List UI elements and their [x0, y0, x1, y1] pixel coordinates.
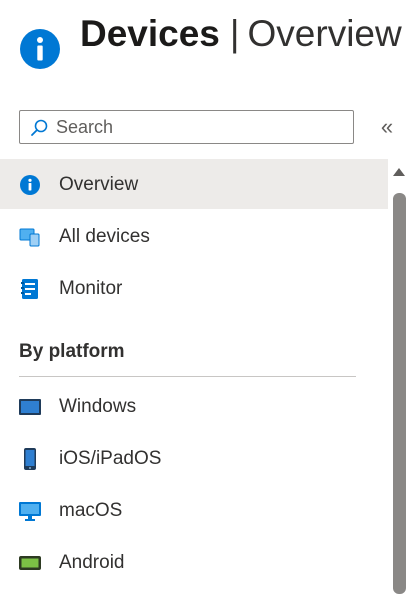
nav-item-macos[interactable]: macOS: [0, 485, 388, 535]
nav-item-label: All devices: [59, 226, 150, 247]
section-header-by-platform: By platform: [19, 341, 125, 362]
macos-device-icon: [19, 502, 41, 521]
search-input[interactable]: [56, 115, 346, 139]
search-box[interactable]: [19, 110, 354, 144]
collapse-menu-button[interactable]: «: [376, 113, 398, 141]
info-icon: [20, 29, 60, 69]
title-separator: |: [229, 13, 240, 54]
nav-item-overview[interactable]: Overview: [0, 159, 388, 209]
info-icon: [20, 175, 40, 195]
nav-item-label: Android: [59, 552, 125, 573]
ios-device-icon: [24, 448, 36, 470]
nav-item-all-devices[interactable]: All devices: [0, 211, 388, 261]
nav-item-android[interactable]: Android: [0, 537, 388, 587]
devices-icon: [19, 228, 40, 247]
nav-item-label: Windows: [59, 396, 137, 417]
section-divider: [19, 376, 356, 377]
blade-header: Devices | Overview: [0, 0, 420, 100]
page-title-main: Devices: [80, 13, 220, 54]
nav-item-monitor[interactable]: Monitor: [0, 263, 388, 313]
monitor-icon: [21, 279, 38, 299]
nav-item-windows[interactable]: Windows: [0, 381, 388, 431]
android-device-icon: [19, 556, 41, 570]
page-title: Devices | Overview: [80, 12, 402, 56]
windows-device-icon: [19, 399, 41, 415]
scroll-up-button[interactable]: [393, 168, 405, 176]
page-title-sub: Overview: [247, 13, 402, 54]
nav-item-ios-ipados[interactable]: iOS/iPadOS: [0, 433, 388, 483]
nav-item-label: Monitor: [59, 278, 123, 299]
nav-item-label: macOS: [59, 500, 123, 521]
search-icon: [31, 119, 48, 136]
nav-item-label: iOS/iPadOS: [59, 448, 162, 469]
nav-item-label: Overview: [59, 174, 139, 195]
scrollbar-thumb[interactable]: [393, 193, 406, 594]
